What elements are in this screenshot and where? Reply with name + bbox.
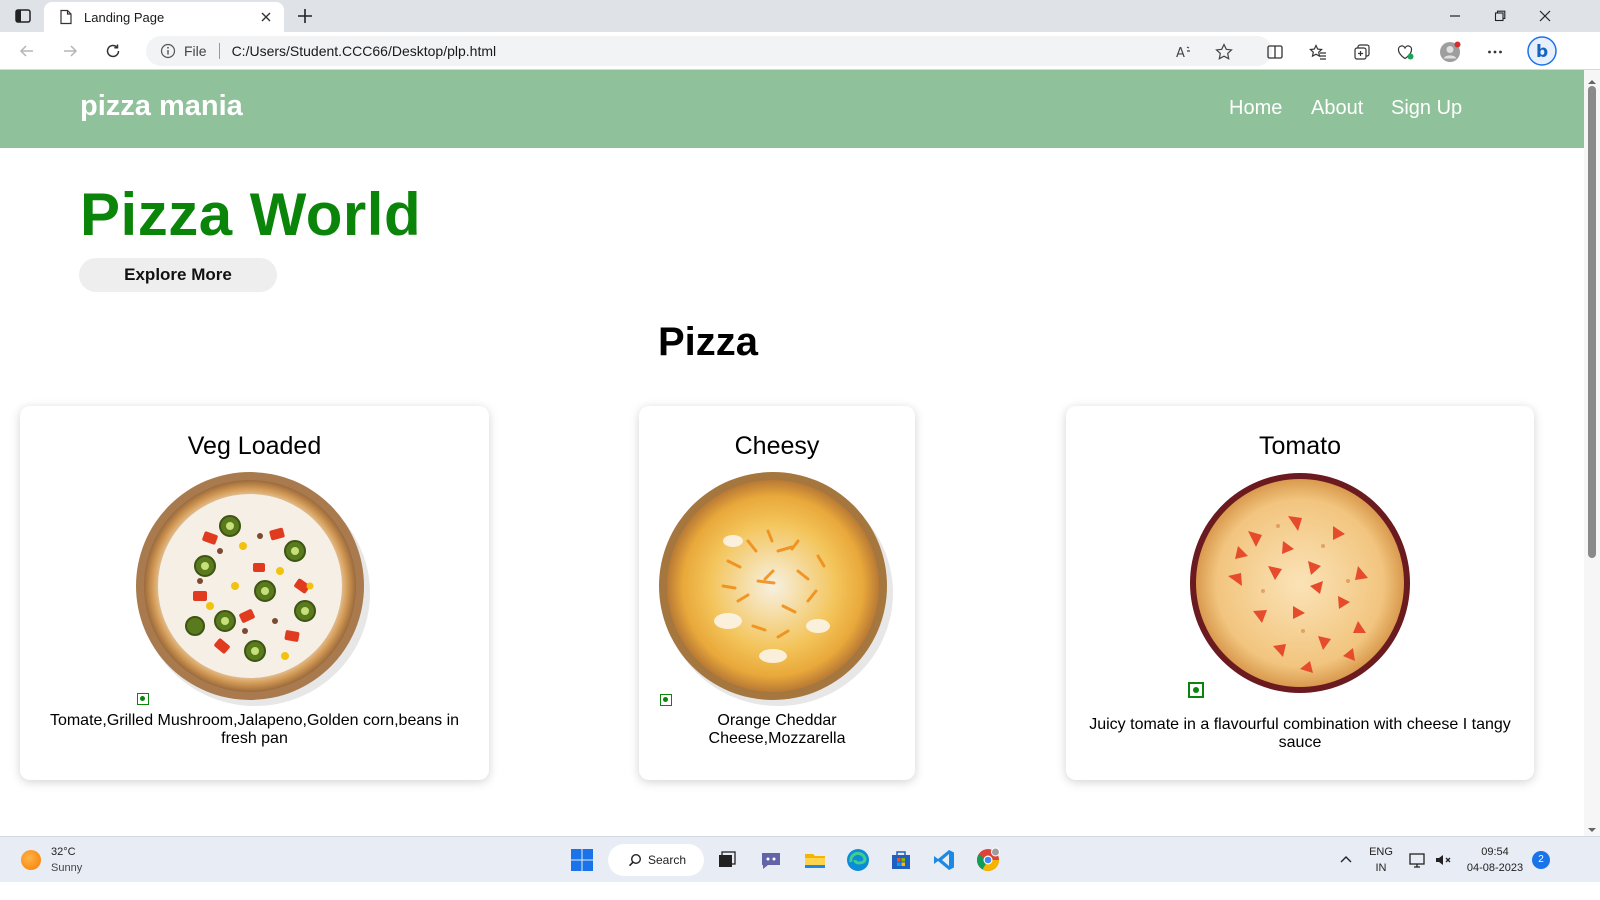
nav-link-signup[interactable]: Sign Up (1391, 97, 1462, 120)
close-window-icon[interactable] (1522, 0, 1568, 32)
back-icon[interactable] (16, 40, 38, 62)
browser-tab[interactable]: Landing Page (44, 2, 284, 32)
taskbar-search-label: Search (648, 853, 687, 867)
favorites-icon[interactable] (1307, 41, 1329, 63)
card-description: Juicy tomate in a flavourful combination… (1089, 716, 1511, 751)
page-icon (58, 9, 74, 25)
url-text[interactable]: C:/Users/Student.CCC66/Desktop/plp.html (232, 43, 497, 59)
browser-titlebar: Landing Page (0, 0, 1600, 32)
notification-badge[interactable]: 2 (1532, 851, 1550, 869)
veg-indicator-icon (1188, 682, 1204, 698)
bing-copilot-icon[interactable]: b (1527, 36, 1557, 66)
chrome-icon[interactable] (975, 847, 1001, 873)
windows-start-icon[interactable] (569, 847, 595, 873)
address-bar: File C:/Users/Student.CCC66/Desktop/plp.… (0, 32, 1600, 70)
veg-indicator-icon (660, 694, 672, 706)
info-icon[interactable] (160, 43, 176, 59)
scroll-up-icon[interactable] (1587, 74, 1597, 84)
card-title: Tomato (1259, 432, 1341, 460)
scrollbar-thumb[interactable] (1588, 86, 1596, 558)
taskbar-search[interactable]: Search (608, 844, 704, 876)
refresh-icon[interactable] (102, 40, 124, 62)
weather-description[interactable]: Sunny (51, 862, 82, 874)
url-field[interactable]: File C:/Users/Student.CCC66/Desktop/plp.… (146, 36, 1272, 66)
hero-title: Pizza World (80, 181, 422, 248)
tomato-pizza-image (1188, 471, 1412, 700)
read-aloud-icon[interactable]: A (1174, 42, 1194, 62)
site-navbar: pizza mania Home About Sign Up (0, 70, 1584, 148)
pizza-card-tomato[interactable]: Tomato Juicy tomate in a flavourful comb… (1066, 406, 1534, 780)
edge-browser-icon[interactable] (845, 847, 871, 873)
close-tab-icon[interactable] (258, 9, 274, 25)
section-title: Pizza (657, 320, 759, 364)
network-icon[interactable] (1405, 847, 1429, 873)
more-options-icon[interactable] (1484, 41, 1506, 63)
collections-icon[interactable] (1351, 41, 1373, 63)
restore-icon[interactable] (1477, 0, 1523, 32)
split-screen-icon[interactable] (1264, 41, 1286, 63)
page-viewport: pizza mania Home About Sign Up Pizza Wor… (0, 70, 1584, 836)
tab-title: Landing Page (84, 9, 165, 25)
task-view-icon[interactable] (714, 847, 740, 873)
card-title: Cheesy (734, 432, 820, 460)
pizza-card-cheesy[interactable]: Cheesy Orange Cheddar Cheese,Mozzarella (639, 406, 915, 780)
explore-more-button[interactable]: Explore More (79, 258, 277, 292)
favorite-star-icon[interactable] (1214, 42, 1234, 62)
nav-link-home[interactable]: Home (1229, 97, 1282, 120)
veg-loaded-pizza-image (135, 471, 371, 712)
brand-logo[interactable]: pizza mania (80, 90, 243, 123)
tray-chevron-up-icon[interactable] (1334, 847, 1358, 873)
card-description: Orange Cheddar Cheese,Mozzarella (708, 712, 846, 747)
svg-text:A: A (1176, 46, 1185, 61)
microsoft-store-icon[interactable] (888, 847, 914, 873)
minimize-icon[interactable] (1432, 0, 1478, 32)
new-tab-icon[interactable] (296, 7, 314, 25)
veg-indicator-icon (137, 693, 149, 705)
scroll-down-icon[interactable] (1587, 822, 1597, 832)
svg-text:b: b (1536, 42, 1548, 62)
url-separator (218, 43, 220, 59)
file-label: File (184, 43, 207, 59)
forward-icon[interactable] (59, 40, 81, 62)
tab-actions-icon[interactable] (14, 7, 32, 25)
nav-link-about[interactable]: About (1311, 97, 1363, 120)
clock-time[interactable]: 09:54 (1464, 846, 1526, 858)
volume-muted-icon[interactable] (1431, 847, 1455, 873)
profile-avatar[interactable] (1439, 41, 1461, 63)
file-explorer-icon[interactable] (802, 847, 828, 873)
region-indicator[interactable]: IN (1366, 862, 1396, 874)
card-title: Veg Loaded (187, 432, 322, 460)
sun-icon[interactable] (21, 850, 41, 870)
clock-date[interactable]: 04-08-2023 (1462, 862, 1528, 874)
browser-essentials-icon[interactable] (1394, 41, 1416, 63)
vscode-icon[interactable] (931, 847, 957, 873)
card-description: Tomate,Grilled Mushroom,Jalapeno,Golden … (49, 712, 460, 747)
weather-temperature[interactable]: 32°C (51, 846, 76, 858)
teams-chat-icon[interactable] (758, 847, 784, 873)
pizza-card-veg-loaded[interactable]: Veg Loaded Tomate,Grilled Mushroom,Jalap… (20, 406, 489, 780)
taskbar: 32°C Sunny Search ENG IN 09:54 04-08-202… (0, 836, 1600, 882)
cheesy-pizza-image (658, 471, 894, 712)
language-indicator[interactable]: ENG (1366, 846, 1396, 858)
search-icon (628, 853, 642, 867)
